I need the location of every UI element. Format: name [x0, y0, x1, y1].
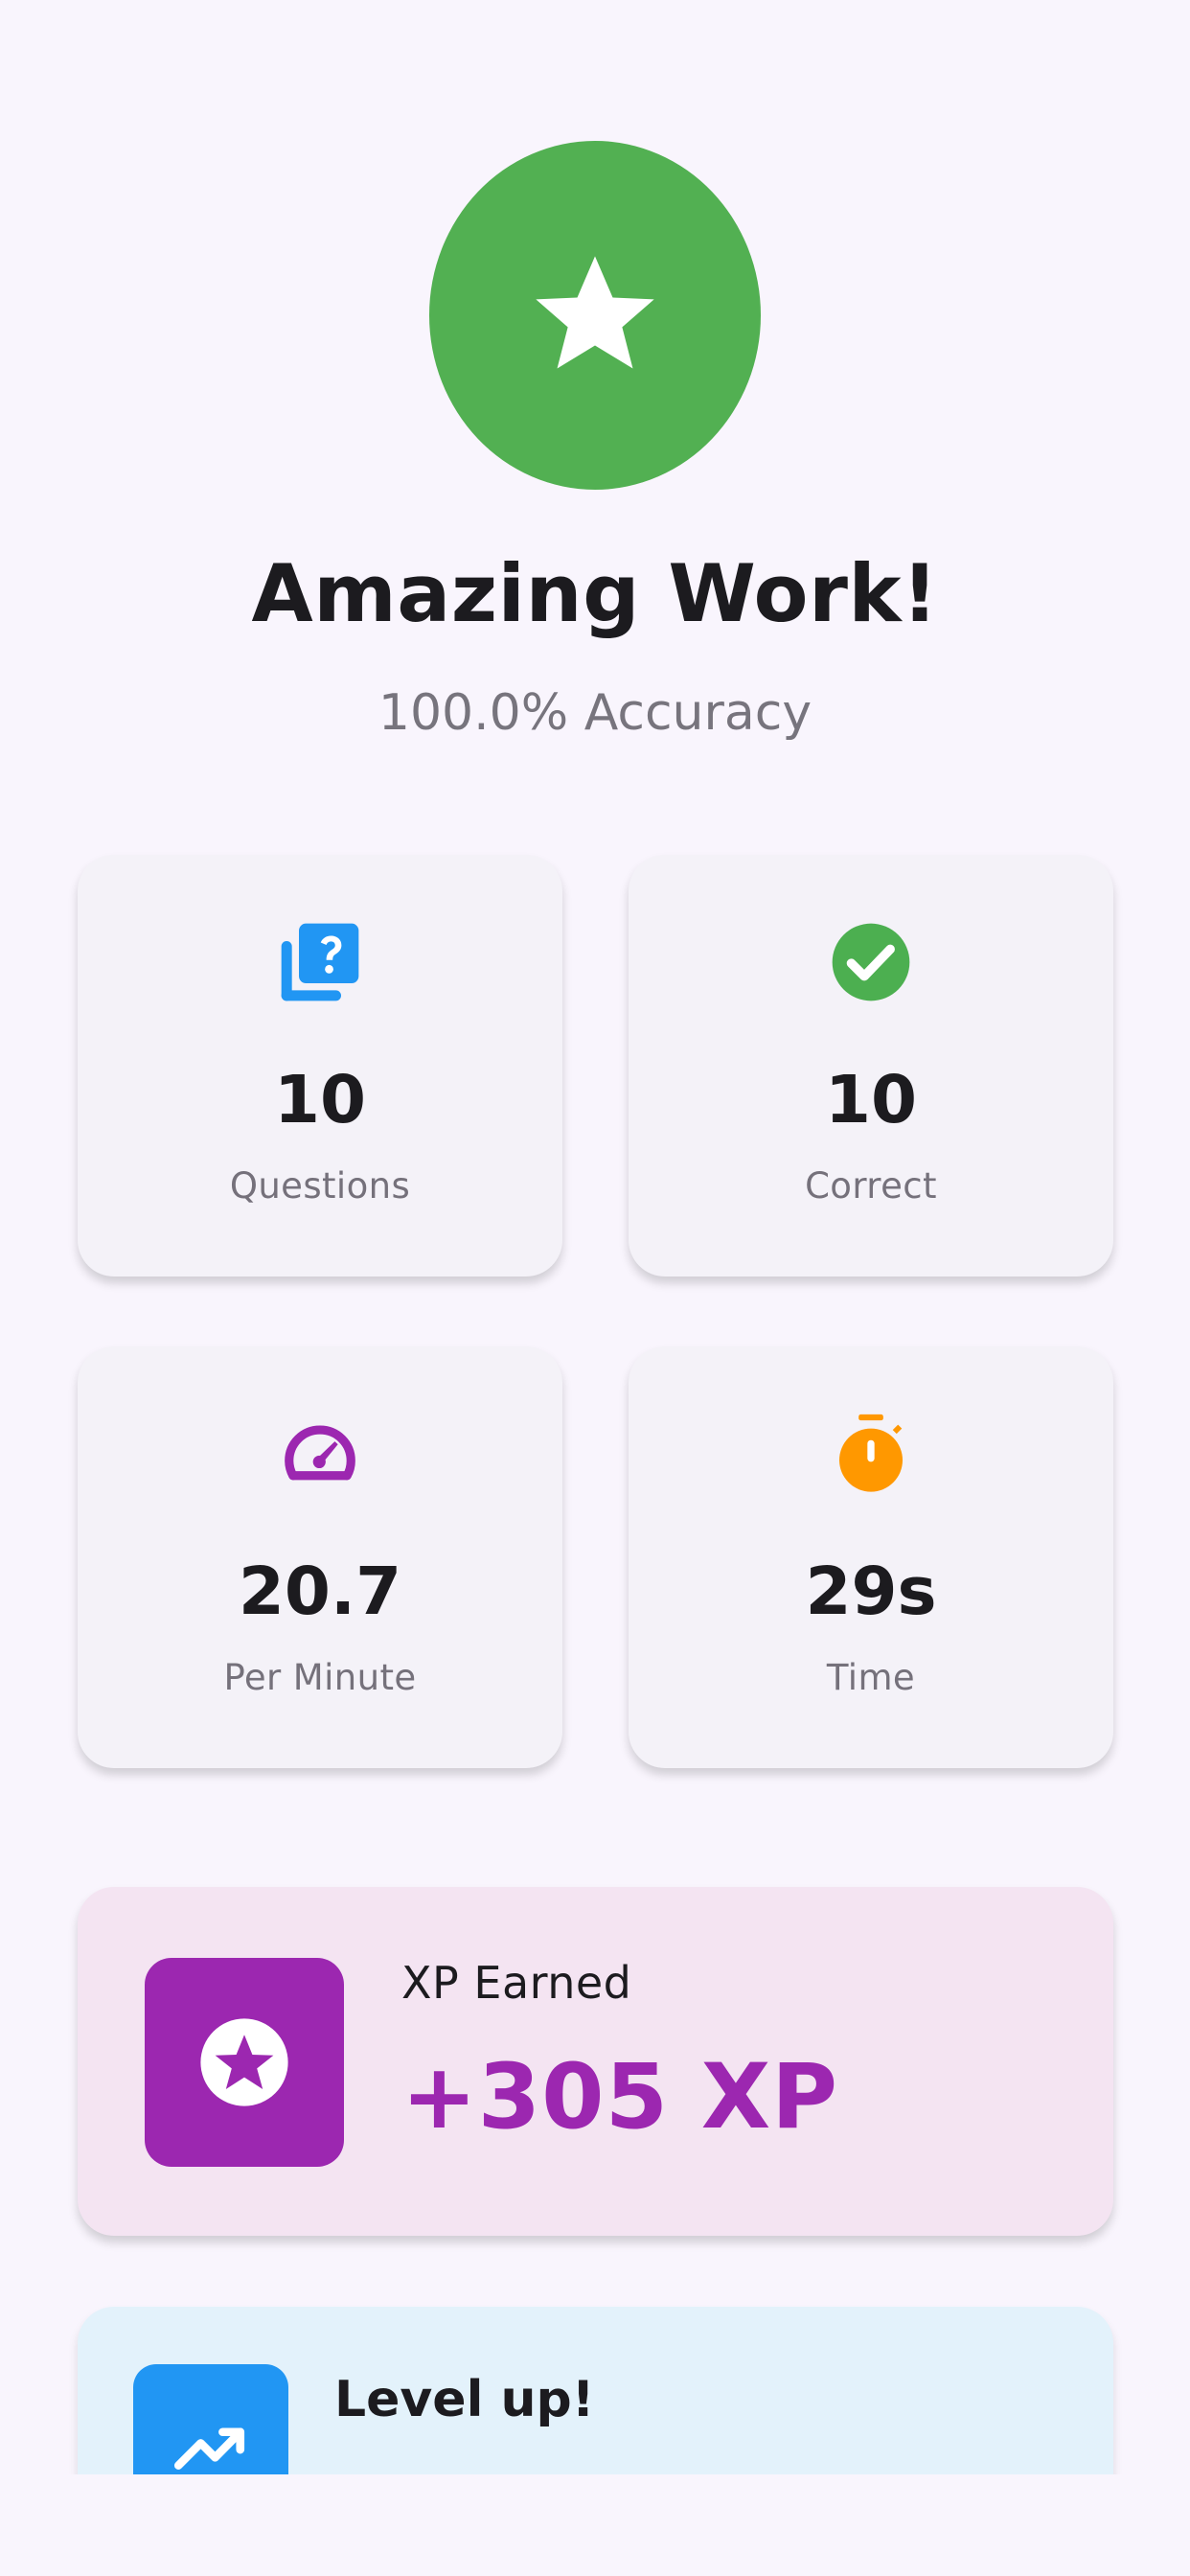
result-title: Amazing Work! [251, 547, 939, 640]
speed-value: 20.7 [238, 1553, 402, 1630]
time-label: Time [826, 1657, 916, 1698]
time-stat-card: 29s Time [629, 1346, 1113, 1768]
questions-value: 10 [273, 1062, 367, 1138]
correct-label: Correct [805, 1165, 937, 1207]
xp-earned-label: XP Earned [401, 1957, 632, 2009]
timer-icon [829, 1410, 913, 1498]
speed-label: Per Minute [223, 1657, 417, 1698]
quiz-icon [278, 918, 362, 1006]
questions-label: Questions [229, 1165, 411, 1207]
bottom-inset [0, 2474, 1190, 2576]
questions-stat-card: 10 Questions [78, 855, 562, 1276]
check-circle-icon [829, 918, 913, 1006]
speed-stat-card: 20.7 Per Minute [78, 1346, 562, 1768]
success-badge [429, 141, 761, 490]
speed-icon [278, 1410, 362, 1498]
level-up-title: Level up! [334, 2371, 595, 2428]
time-value: 29s [805, 1553, 937, 1630]
stars-icon [200, 2018, 288, 2106]
xp-icon-tile [145, 1958, 344, 2167]
correct-value: 10 [824, 1062, 918, 1138]
xp-earned-value: +305 XP [401, 2045, 839, 2150]
quiz-results-screen: Amazing Work! 100.0% Accuracy 10 Questio… [0, 0, 1190, 2576]
accuracy-summary: 100.0% Accuracy [378, 684, 812, 742]
correct-stat-card: 10 Correct [629, 855, 1113, 1276]
xp-earned-card: XP Earned +305 XP [78, 1887, 1113, 2236]
star-icon [536, 256, 654, 369]
